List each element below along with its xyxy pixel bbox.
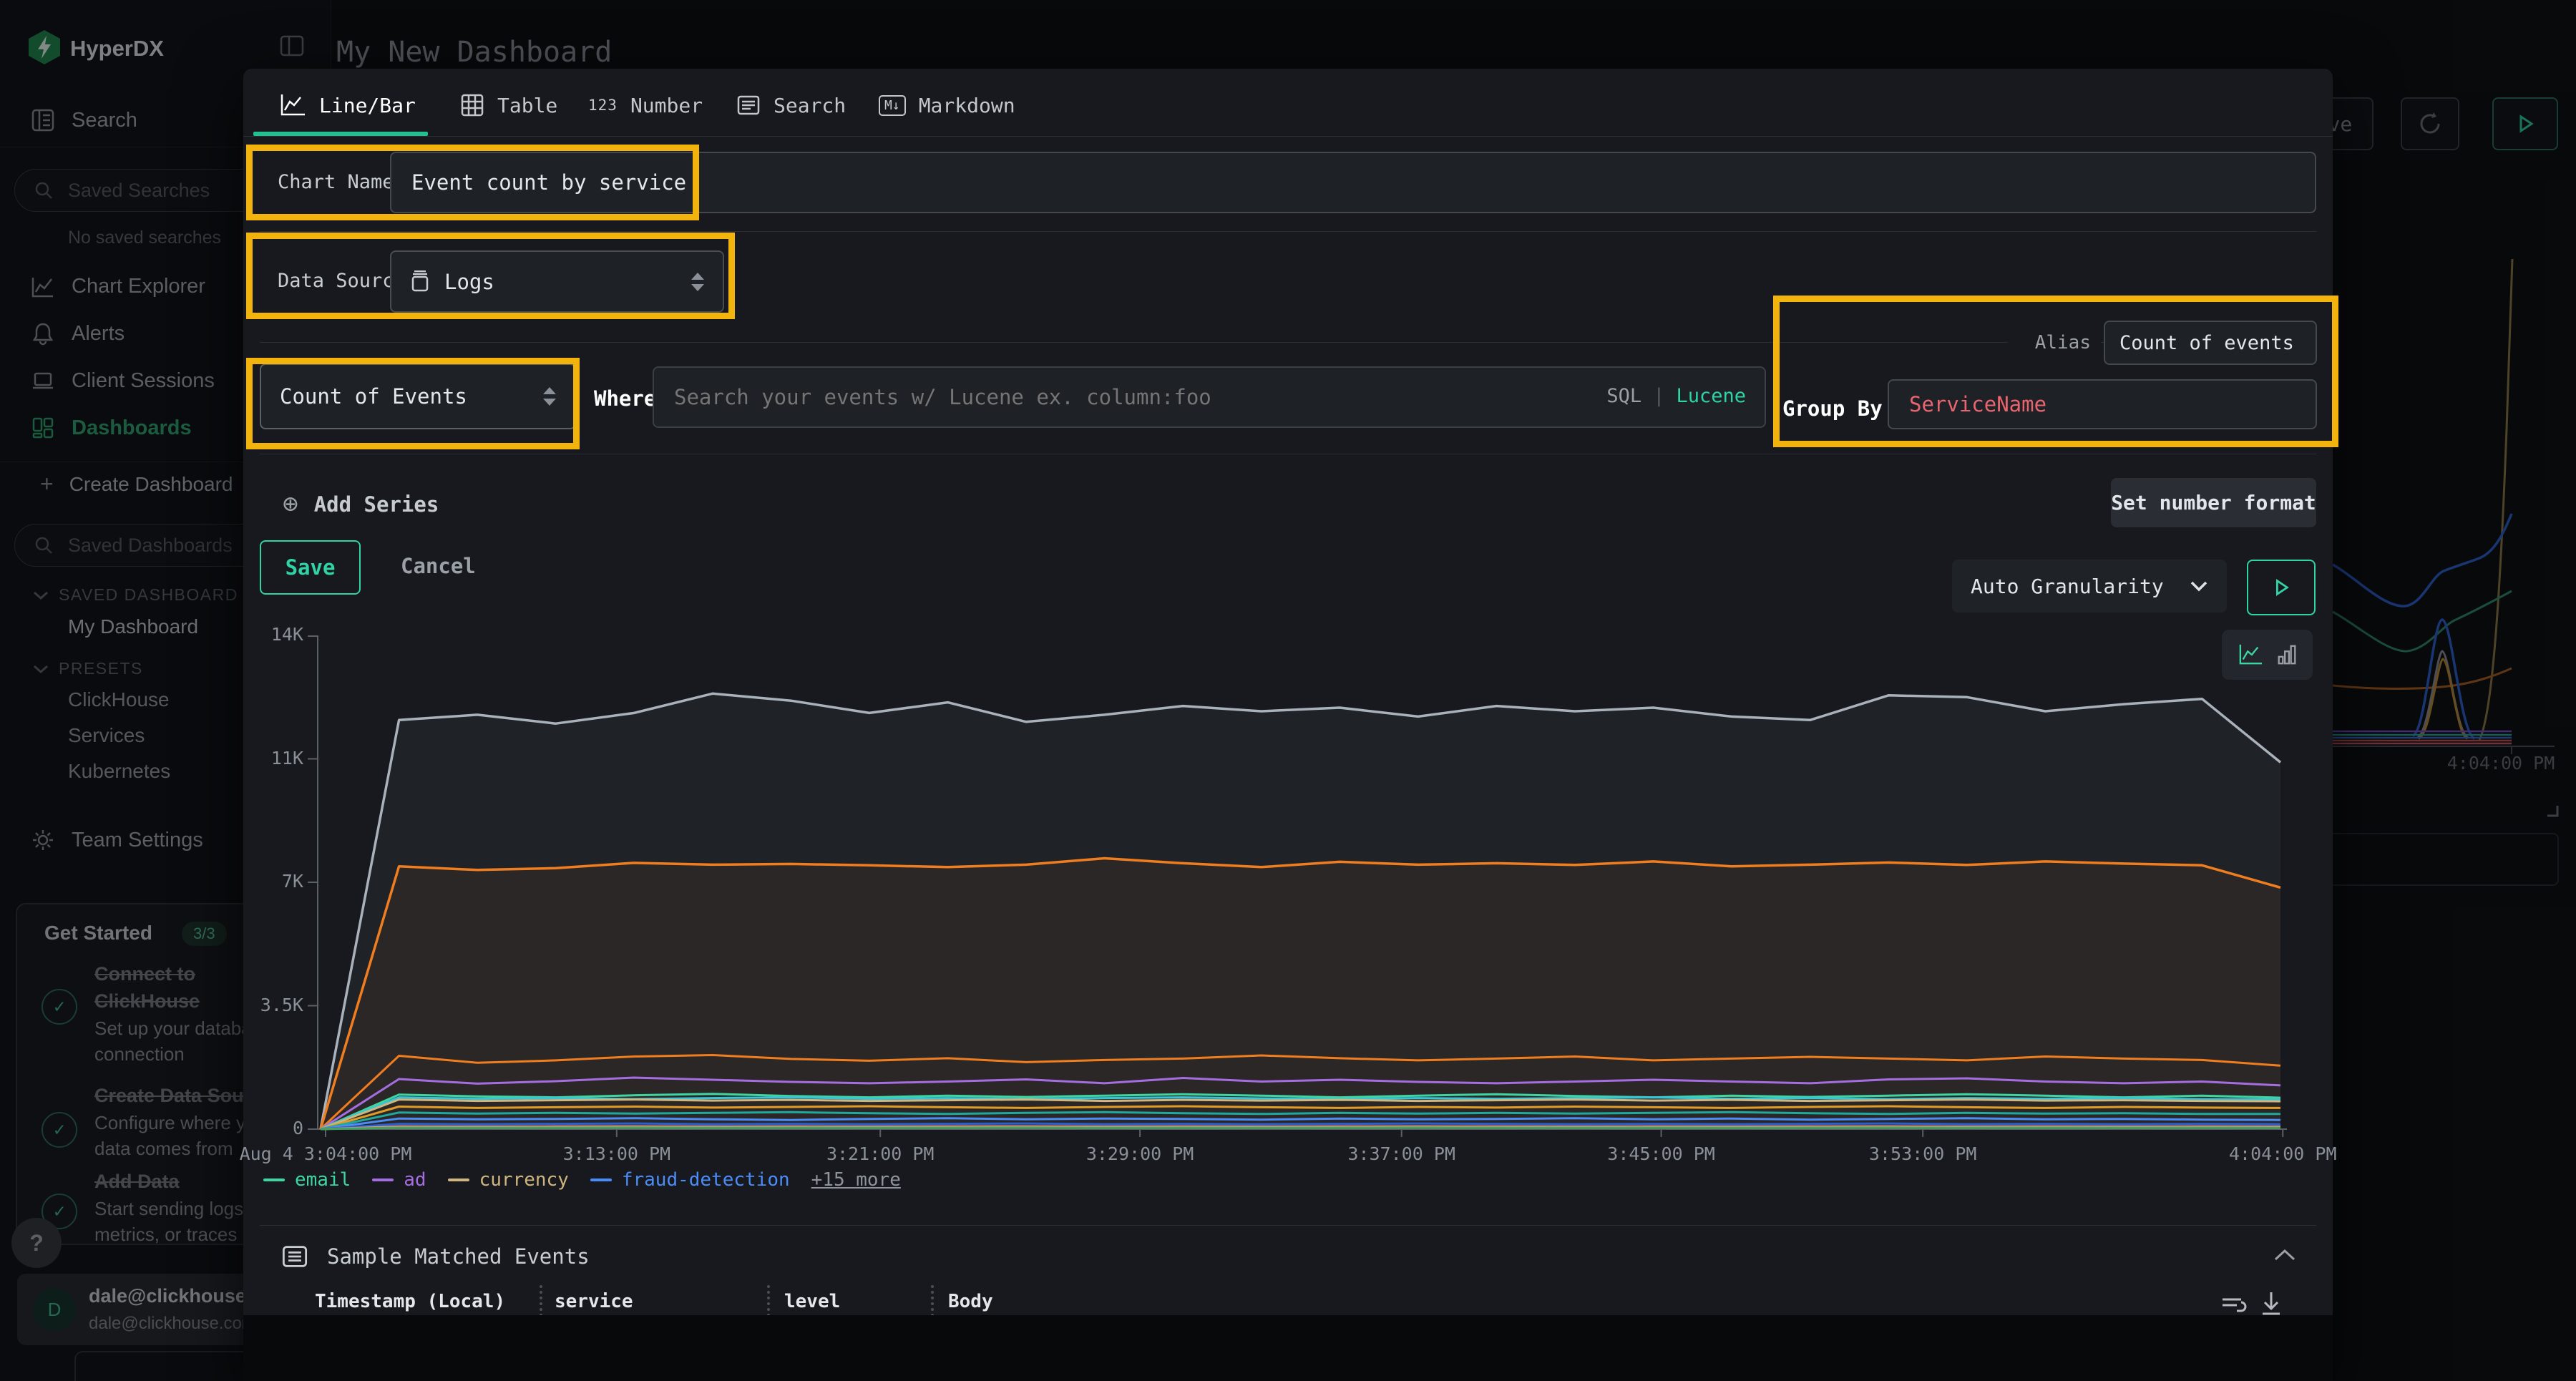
group-by-label: Group By xyxy=(1782,396,1883,421)
chart-legend: email ad currency fraud-detection +15 more xyxy=(263,1169,901,1191)
tab-markdown[interactable]: M↓ Markdown xyxy=(879,79,1015,132)
x-axis-labels: Aug 4 3:04:00 PM3:13:00 PM3:21:00 PM3:29… xyxy=(308,1143,2287,1168)
column-separator[interactable] xyxy=(767,1285,770,1317)
legend-label: email xyxy=(295,1169,351,1191)
collapse-chevron-icon[interactable] xyxy=(2273,1248,2297,1262)
where-search-input[interactable] xyxy=(653,366,1766,428)
column-header-body[interactable]: Body xyxy=(948,1291,993,1312)
column-header-service[interactable]: service xyxy=(555,1291,633,1312)
legend-item[interactable]: fraud-detection xyxy=(590,1169,790,1191)
legend-more-link[interactable]: +15 more xyxy=(811,1169,901,1191)
data-source-value: Logs xyxy=(444,270,494,294)
legend-label: fraud-detection xyxy=(622,1169,790,1191)
legend-item[interactable]: currency xyxy=(448,1169,569,1191)
x-tick-label: 3:21:00 PM xyxy=(826,1143,935,1164)
tab-label: Search xyxy=(774,94,846,117)
sample-events-title: Sample Matched Events xyxy=(327,1244,590,1269)
x-tick-label: 3:29:00 PM xyxy=(1086,1143,1194,1164)
markdown-icon: M↓ xyxy=(879,95,906,116)
where-label: Where xyxy=(594,386,656,411)
main-chart xyxy=(308,634,2287,1138)
legend-label: ad xyxy=(404,1169,426,1191)
tab-line-bar[interactable]: Line/Bar xyxy=(279,79,416,132)
column-separator[interactable] xyxy=(540,1285,542,1317)
table-icon xyxy=(460,93,484,117)
legend-dash-icon xyxy=(448,1179,469,1181)
tab-label: Line/Bar xyxy=(319,94,416,117)
tab-table[interactable]: Table xyxy=(460,79,557,132)
alias-input[interactable] xyxy=(2104,321,2317,365)
y-tick-label: 3.5K xyxy=(260,995,303,1015)
chevron-down-icon xyxy=(2190,580,2208,592)
legend-dash-icon xyxy=(590,1179,612,1181)
alias-label: Alias xyxy=(2008,332,2101,353)
tab-label: Markdown xyxy=(919,94,1015,117)
group-by-input[interactable] xyxy=(1888,379,2317,429)
download-icon[interactable] xyxy=(2258,1289,2284,1318)
chart-name-label: Chart Name xyxy=(278,171,394,193)
x-tick-label: Aug 4 3:04:00 PM xyxy=(240,1143,412,1164)
add-series-button[interactable]: ⊕ Add Series xyxy=(283,489,439,519)
list-icon xyxy=(281,1243,308,1270)
chart-name-input[interactable] xyxy=(390,152,2316,213)
y-tick-label: 14K xyxy=(271,624,303,645)
list-icon xyxy=(736,93,761,117)
cancel-button[interactable]: Cancel xyxy=(401,540,476,592)
data-source-label: Data Source xyxy=(278,270,406,292)
aggregation-select[interactable]: Count of Events xyxy=(260,363,576,429)
select-updown-icon xyxy=(691,273,704,291)
filter-icon[interactable] xyxy=(2220,1294,2248,1317)
edit-chart-modal: Line/Bar Table 123 Number Search M↓ Mark… xyxy=(243,69,2333,1381)
sql-toggle[interactable]: SQL xyxy=(1606,385,1641,407)
tabs-divider xyxy=(243,136,2333,137)
legend-dash-icon xyxy=(263,1179,285,1181)
x-tick-label: 3:37:00 PM xyxy=(1347,1143,1455,1164)
granularity-value: Auto Granularity xyxy=(1971,575,2164,598)
123-icon: 123 xyxy=(588,97,618,114)
set-number-format-button[interactable]: Set number format xyxy=(2111,478,2316,527)
screen: HyperDX Search No saved searches Chart E… xyxy=(0,0,2576,1381)
lucene-toggle[interactable]: Lucene xyxy=(1676,385,1746,407)
tab-label: Table xyxy=(497,94,557,117)
legend-label: currency xyxy=(479,1169,569,1191)
row-divider xyxy=(260,1225,2316,1226)
y-tick-label: 0 xyxy=(293,1118,303,1138)
tab-label: Number xyxy=(630,94,703,117)
y-tick-label: 7K xyxy=(282,871,303,892)
plus-circle-icon: ⊕ xyxy=(283,489,298,519)
column-header-timestamp[interactable]: Timestamp (Local) xyxy=(315,1291,505,1312)
table-body xyxy=(243,1315,2333,1381)
granularity-select[interactable]: Auto Granularity xyxy=(1952,560,2227,613)
column-separator[interactable] xyxy=(931,1285,934,1317)
sample-events-header[interactable]: Sample Matched Events xyxy=(281,1243,590,1270)
add-series-label: Add Series xyxy=(314,492,439,517)
toggle-separator: | xyxy=(1653,385,1664,407)
row-divider xyxy=(260,231,2316,232)
x-tick-label: 4:04:00 PM xyxy=(2229,1143,2337,1164)
select-updown-icon xyxy=(543,387,556,406)
tab-number[interactable]: 123 Number xyxy=(588,79,703,132)
legend-item[interactable]: ad xyxy=(372,1169,426,1191)
where-input-wrap: SQL | Lucene xyxy=(653,366,1766,428)
x-tick-label: 3:13:00 PM xyxy=(563,1143,671,1164)
data-source-select[interactable]: Logs xyxy=(390,250,724,313)
query-language-toggle: SQL | Lucene xyxy=(1606,385,1746,407)
y-tick-label: 11K xyxy=(271,748,303,768)
tab-search[interactable]: Search xyxy=(736,79,846,132)
legend-item[interactable]: email xyxy=(263,1169,351,1191)
save-button[interactable]: Save xyxy=(260,540,361,595)
legend-dash-icon xyxy=(372,1179,394,1181)
column-header-level[interactable]: level xyxy=(784,1291,840,1312)
y-axis-labels: 03.5K7K11K14K xyxy=(243,634,303,1138)
aggregation-value: Count of Events xyxy=(280,384,467,409)
line-chart-icon xyxy=(279,93,306,117)
database-icon xyxy=(410,270,430,293)
x-tick-label: 3:45:00 PM xyxy=(1607,1143,1715,1164)
run-chart-button[interactable] xyxy=(2247,560,2316,615)
play-icon xyxy=(2271,577,2291,597)
x-tick-label: 3:53:00 PM xyxy=(1869,1143,1977,1164)
